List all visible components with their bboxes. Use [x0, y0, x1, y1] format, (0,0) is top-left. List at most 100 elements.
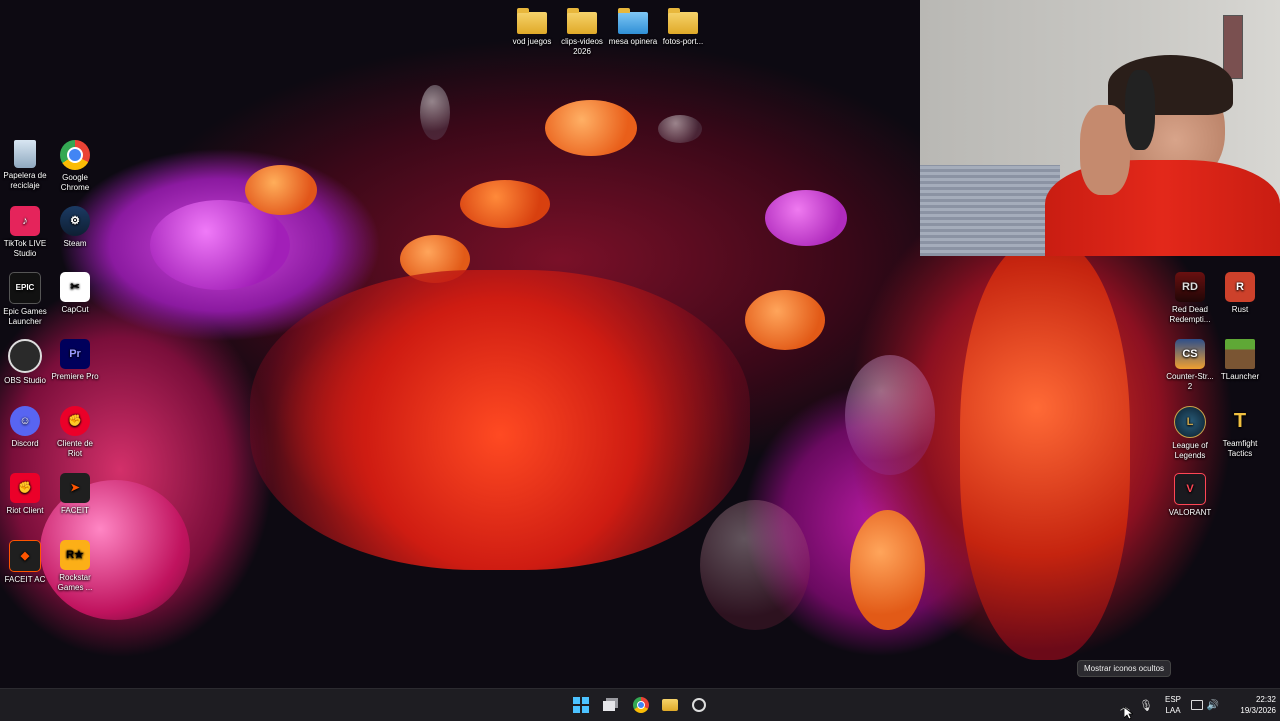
desktop-icon-label: Rockstar Games ...: [57, 573, 93, 592]
desktop-icon-faceit-ac[interactable]: ◆ FACEIT AC: [0, 540, 50, 585]
start-button[interactable]: [570, 694, 592, 716]
desktop-icon-premiere[interactable]: Pr Premiere Pro: [50, 339, 100, 382]
desktop-icon-rust[interactable]: R Rust: [1215, 272, 1265, 315]
keyboard-layout: LAA: [1165, 706, 1181, 715]
desktop-icon-steam[interactable]: ⚙ Steam: [50, 206, 100, 249]
desktop-icon-obs[interactable]: OBS Studio: [0, 339, 50, 386]
volume-button[interactable]: 🔊: [1205, 694, 1221, 716]
desktop-icon-label: Premiere Pro: [51, 372, 99, 381]
desktop-icon-chrome[interactable]: Google Chrome: [50, 140, 100, 193]
wallpaper-droplet: [420, 85, 450, 140]
wallpaper-blob: [460, 180, 550, 228]
red-dead-icon: RD: [1175, 272, 1205, 302]
steam-icon: ⚙: [60, 206, 90, 236]
folder-mesa-opinera[interactable]: mesa opinera: [608, 6, 658, 47]
desktop-icon-valorant[interactable]: V VALORANT: [1165, 473, 1215, 518]
desktop-icon-tft[interactable]: T Teamfight Tactics: [1215, 406, 1265, 459]
rust-icon: R: [1225, 272, 1255, 302]
webcam-person-shirt: [1045, 160, 1280, 256]
desktop-icon-cliente-riot[interactable]: ✊ Cliente de Riot: [50, 406, 100, 459]
faceit-icon: ➤: [60, 473, 90, 503]
desktop-icon-epic-games[interactable]: EPIC Epic Games Launcher: [0, 272, 50, 327]
folder-label: vod juegos: [512, 37, 552, 46]
desktop-icon-label: Discord: [11, 439, 39, 448]
discord-icon: ☺: [10, 406, 40, 436]
desktop-icon-label: TLauncher: [1220, 372, 1260, 381]
network-button[interactable]: [1189, 694, 1205, 716]
folder-icon: [567, 8, 597, 34]
desktop-icon-league[interactable]: L League of Legends: [1165, 406, 1215, 461]
folder-icon: [517, 8, 547, 34]
clock[interactable]: 22:32 19/3/2026: [1224, 689, 1276, 721]
folder-icon: [618, 8, 648, 34]
desktop-icon-label: Riot Client: [6, 506, 44, 515]
desktop-icon-recycle-bin[interactable]: Papelera de reciclaje: [0, 140, 50, 191]
language-code: ESP: [1164, 695, 1181, 704]
folder-label: clips-videos 2026: [561, 37, 603, 56]
folder-vod-juegos[interactable]: vod juegos: [507, 6, 557, 47]
clock-date: 19/3/2026: [1240, 706, 1276, 715]
desktop-icon-red-dead[interactable]: RD Red Dead Redempti...: [1165, 272, 1215, 325]
wallpaper-blob: [545, 100, 637, 156]
valorant-icon: V: [1174, 473, 1206, 505]
desktop-icon-label: FACEIT: [60, 506, 89, 515]
hidden-icons-tooltip: Mostrar iconos ocultos: [1077, 660, 1172, 677]
desktop-icon-tlauncher[interactable]: TLauncher: [1215, 339, 1265, 382]
language-indicator[interactable]: ESP LAA: [1160, 689, 1186, 721]
rockstar-icon: R★: [60, 540, 90, 570]
desktop-icon-counter-strike[interactable]: CS Counter-Str... 2: [1165, 339, 1215, 392]
desktop-icon-rockstar[interactable]: R★ Rockstar Games ...: [50, 540, 100, 593]
desktop-icon-faceit[interactable]: ➤ FACEIT: [50, 473, 100, 516]
taskbar-obs-button[interactable]: [688, 694, 710, 716]
counter-strike-icon: CS: [1175, 339, 1205, 369]
taskbar: ︿ 🎙 ESP LAA 🔊 22:32 19/3/2026: [0, 688, 1280, 721]
desktop-icon-label: Cliente de Riot: [56, 439, 94, 458]
taskbar-chrome-button[interactable]: [630, 694, 652, 716]
desktop-icon-label: Google Chrome: [60, 173, 90, 192]
folder-clips-videos[interactable]: clips-videos 2026: [557, 6, 607, 57]
desktop-icon-label: Red Dead Redempti...: [1169, 305, 1211, 324]
task-view-button[interactable]: [600, 694, 622, 716]
wallpaper-droplet: [700, 500, 810, 630]
chrome-icon: [633, 697, 649, 713]
desktop-icon-label: Rust: [1231, 305, 1249, 314]
webcam-overlay: [920, 0, 1280, 256]
wallpaper-blob: [245, 165, 317, 215]
obs-icon: [692, 698, 706, 712]
tiktok-icon: ♪: [10, 206, 40, 236]
riot-client-icon: ✊: [60, 406, 90, 436]
webcam-person-hand: [1080, 105, 1130, 195]
wallpaper-blob: [960, 240, 1130, 660]
folder-icon: [668, 8, 698, 34]
desktop-icon-riot-client[interactable]: ✊ Riot Client: [0, 473, 50, 516]
desktop-icon-label: OBS Studio: [4, 376, 46, 385]
desktop-icon-label: FACEIT AC: [4, 575, 46, 584]
desktop-icon-label: League of Legends: [1172, 441, 1208, 460]
wallpaper-blob: [765, 190, 847, 246]
desktop-icon-discord[interactable]: ☺ Discord: [0, 406, 50, 449]
epic-games-icon: EPIC: [9, 272, 41, 304]
wallpaper-blob: [850, 510, 925, 630]
microphone-icon: 🎙: [1139, 699, 1153, 712]
wallpaper-droplet: [658, 115, 702, 143]
network-icon: [1191, 700, 1203, 710]
tft-icon: T: [1233, 410, 1247, 432]
tlauncher-icon: [1225, 339, 1255, 369]
recycle-bin-icon: [14, 140, 36, 168]
windows-icon: [573, 697, 589, 713]
folder-label: mesa opinera: [608, 37, 658, 46]
desktop-icon-label: VALORANT: [1168, 508, 1212, 517]
webcam-headset: [1125, 70, 1155, 150]
task-view-icon: [603, 698, 618, 711]
wallpaper-droplet: [845, 355, 935, 475]
mouse-cursor-icon: [1124, 707, 1133, 720]
taskbar-file-explorer-button[interactable]: [659, 694, 681, 716]
riot-client-icon: ✊: [10, 473, 40, 503]
desktop-icon-label: Counter-Str... 2: [1166, 372, 1214, 391]
folder-fotos-port[interactable]: fotos-port...: [658, 6, 708, 47]
desktop-icon-tiktok[interactable]: ♪ TikTok LIVE Studio: [0, 206, 50, 259]
desktop-icon-capcut[interactable]: ✂ CapCut: [50, 272, 100, 315]
speaker-icon: 🔊: [1206, 699, 1220, 711]
microphone-button[interactable]: 🎙: [1137, 694, 1155, 716]
desktop-icon-label: Papelera de reciclaje: [3, 171, 47, 190]
